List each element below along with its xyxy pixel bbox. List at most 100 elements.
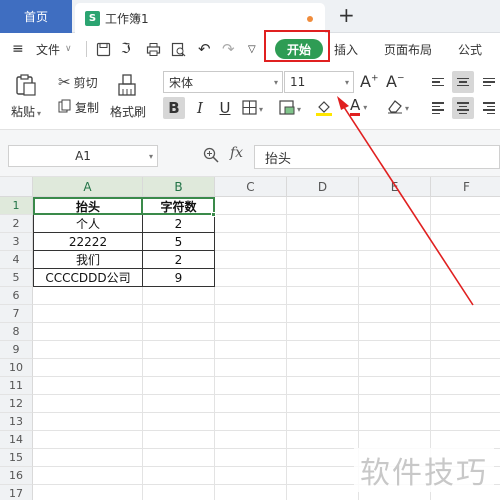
menu-bar: ≡ 文件 ∨ ℑ ↶ ↷ ▽ 开始 插入 页面布局 公式 xyxy=(0,33,500,65)
tab-home[interactable]: 首页 xyxy=(0,0,72,33)
redo-icon[interactable]: ↷ xyxy=(222,33,235,65)
clear-button[interactable]: ▾ xyxy=(386,99,409,117)
chevron-down-icon: ▾ xyxy=(363,102,368,112)
tab-insert[interactable]: 插入 xyxy=(334,33,358,65)
zoom-formula-icon[interactable] xyxy=(203,147,219,167)
cell-b3[interactable]: 5 xyxy=(143,233,215,251)
align-middle-button[interactable] xyxy=(452,71,474,93)
row-header-12[interactable]: 12 xyxy=(0,395,33,413)
shrink-font-icon: A xyxy=(386,72,397,91)
column-header-b[interactable]: B xyxy=(143,177,215,197)
file-menu[interactable]: 文件 ∨ xyxy=(36,33,72,65)
tab-page-layout[interactable]: 页面布局 xyxy=(384,33,432,65)
row-header-8[interactable]: 8 xyxy=(0,323,33,341)
annotation-highlight-box xyxy=(264,30,330,62)
cell-b5[interactable]: 9 xyxy=(143,269,215,287)
row-header-15[interactable]: 15 xyxy=(0,449,33,467)
row-header-5[interactable]: 5 xyxy=(0,269,33,287)
cell-a3[interactable]: 22222 xyxy=(33,233,143,251)
row-header-9[interactable]: 9 xyxy=(0,341,33,359)
worksheet-grid[interactable]: A B C D E F 1 2 3 4 5 6 7 8 9 10 11 12 13 14 15 16 17 抬头… xyxy=(0,177,500,500)
hamburger-menu-icon[interactable]: ≡ xyxy=(12,33,24,65)
tab-workbook-label: 工作簿1 xyxy=(105,11,149,26)
fill-handle[interactable] xyxy=(211,212,216,217)
font-name-select[interactable]: 宋体 ▾ xyxy=(163,71,283,93)
column-header-d[interactable]: D xyxy=(287,177,359,197)
save-icon[interactable] xyxy=(96,33,111,65)
cell-a4[interactable]: 我们 xyxy=(33,251,143,269)
column-header-a[interactable]: A xyxy=(33,177,143,197)
tab-workbook[interactable]: S 工作簿1 xyxy=(75,3,325,33)
print-icon[interactable] xyxy=(146,33,161,65)
chevron-down-icon: ▾ xyxy=(259,104,264,114)
align-left-icon xyxy=(432,102,444,114)
print-preview-icon[interactable] xyxy=(171,33,186,65)
chevron-down-icon: ▾ xyxy=(148,151,153,161)
cut-button[interactable]: ✂ 剪切 xyxy=(58,73,98,91)
align-center-button[interactable] xyxy=(452,97,474,119)
font-size-select[interactable]: 11 ▾ xyxy=(284,71,354,93)
row-header-10[interactable]: 10 xyxy=(0,359,33,377)
borders-button[interactable]: ▾ xyxy=(242,100,263,118)
align-bottom-button[interactable] xyxy=(478,71,500,93)
chevron-down-icon: ▾ xyxy=(405,103,410,113)
row-header-11[interactable]: 11 xyxy=(0,377,33,395)
formula-input[interactable]: 抬头 xyxy=(254,145,500,169)
paste-icon[interactable] xyxy=(14,73,38,100)
cell-b2[interactable]: 2 xyxy=(143,215,215,233)
fill-bucket-icon xyxy=(315,101,333,119)
underline-button[interactable]: U xyxy=(214,97,236,119)
insert-function-button[interactable]: fx xyxy=(230,145,243,161)
cell-b4[interactable]: 2 xyxy=(143,251,215,269)
font-color-icon: A xyxy=(350,96,361,116)
align-left-button[interactable] xyxy=(427,97,449,119)
cell-b1[interactable]: 字符数 xyxy=(143,197,215,215)
fill-color-button[interactable] xyxy=(315,98,333,119)
italic-button[interactable]: I xyxy=(189,97,211,119)
paste-dropdown-icon: ▾ xyxy=(37,109,42,118)
column-header-c[interactable]: C xyxy=(215,177,287,197)
quick-access-dropdown-icon[interactable]: ▽ xyxy=(248,33,256,65)
title-bar: 首页 S 工作簿1 + xyxy=(0,0,500,33)
select-all-corner[interactable] xyxy=(0,177,33,197)
cell-a2[interactable]: 个人 xyxy=(33,215,143,233)
cell-a1[interactable]: 抬头 xyxy=(33,197,143,215)
name-box[interactable]: A1 ▾ xyxy=(8,145,158,167)
cell-style-button[interactable]: ▾ xyxy=(279,100,301,118)
paste-button[interactable]: 粘贴 ▾ xyxy=(11,103,41,120)
divider xyxy=(86,41,87,57)
new-tab-button[interactable]: + xyxy=(338,3,355,27)
copy-button[interactable]: 复制 xyxy=(58,99,99,116)
format-icon[interactable]: ℑ xyxy=(121,33,131,65)
row-header-16[interactable]: 16 xyxy=(0,467,33,485)
row-header-2[interactable]: 2 xyxy=(0,215,33,233)
align-right-button[interactable] xyxy=(478,97,500,119)
align-top-button[interactable] xyxy=(427,71,449,93)
cell-a5[interactable]: CCCCDDD公司 xyxy=(33,269,143,287)
row-header-6[interactable]: 6 xyxy=(0,287,33,305)
chevron-down-icon: ▾ xyxy=(297,104,302,114)
row-header-13[interactable]: 13 xyxy=(0,413,33,431)
row-header-4[interactable]: 4 xyxy=(0,251,33,269)
format-painter-label[interactable]: 格式刷 xyxy=(110,103,146,120)
font-color-button[interactable]: A ▾ xyxy=(350,98,367,116)
row-header-3[interactable]: 3 xyxy=(0,233,33,251)
row-header-17[interactable]: 17 xyxy=(0,485,33,500)
format-painter-icon[interactable] xyxy=(116,73,138,100)
shrink-font-button[interactable]: A− xyxy=(386,72,405,91)
row-header-7[interactable]: 7 xyxy=(0,305,33,323)
column-header-f[interactable]: F xyxy=(431,177,500,197)
column-header-e[interactable]: E xyxy=(359,177,431,197)
bold-button[interactable]: B xyxy=(163,97,185,119)
undo-icon[interactable]: ↶ xyxy=(198,33,211,65)
grow-font-button[interactable]: A+ xyxy=(360,72,379,91)
copy-icon xyxy=(58,99,72,116)
row-header-1[interactable]: 1 xyxy=(0,197,33,215)
scissors-icon: ✂ xyxy=(58,73,71,91)
column-gridline xyxy=(286,197,287,500)
tab-formula[interactable]: 公式 xyxy=(458,33,482,65)
align-bottom-icon xyxy=(483,77,495,87)
unsaved-dot-icon xyxy=(307,16,313,22)
name-box-value: A1 xyxy=(75,149,91,163)
row-header-14[interactable]: 14 xyxy=(0,431,33,449)
